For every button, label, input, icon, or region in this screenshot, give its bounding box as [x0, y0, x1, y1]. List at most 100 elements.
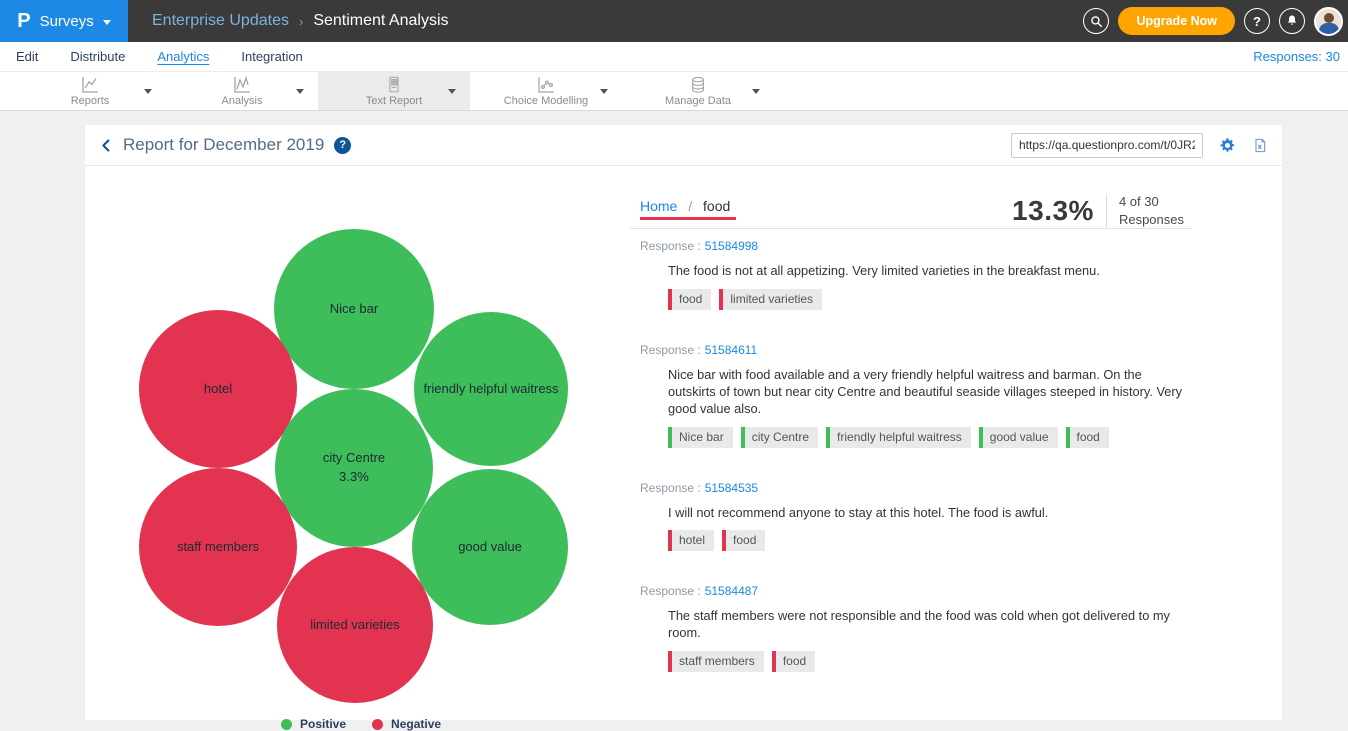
- responses-list: Response : 51584998 The food is not at all…: [630, 237, 1192, 703]
- bubble-staff-members[interactable]: staff members: [139, 468, 297, 626]
- panel-breadcrumb-separator: /: [688, 198, 692, 214]
- toolbar-item-label: Text Report: [366, 95, 422, 107]
- share-url-input[interactable]: [1011, 133, 1203, 158]
- chevron-down-icon[interactable]: [296, 89, 304, 94]
- settings-button[interactable]: [1219, 137, 1236, 154]
- toolbar-item-choice-modelling[interactable]: Choice Modelling: [470, 72, 622, 110]
- sentiment-bubble-chart: PositiveNegative Nice barhotelfriendly h…: [85, 166, 640, 720]
- responses-count-block: 4 of 30 Responses: [1119, 193, 1190, 229]
- legend-label: Positive: [300, 717, 346, 731]
- toolbar-item-analysis[interactable]: Analysis: [166, 72, 318, 110]
- response-id-link[interactable]: 51584611: [705, 343, 758, 357]
- product-name: Surveys: [40, 13, 94, 30]
- chevron-down-icon[interactable]: [752, 89, 760, 94]
- chevron-down-icon[interactable]: [448, 89, 456, 94]
- bubble-label: staff members: [177, 538, 259, 557]
- breadcrumb-parent[interactable]: Enterprise Updates: [152, 12, 289, 30]
- bubble-limited-varieties[interactable]: limited varieties: [277, 547, 433, 703]
- survey-menu: EditDistributeAnalyticsIntegration Respo…: [0, 42, 1348, 72]
- responses-count-label: Responses: [1119, 212, 1184, 227]
- bubble-nice-bar[interactable]: Nice bar: [274, 229, 434, 389]
- responses-count[interactable]: Responses: 30: [1253, 49, 1348, 64]
- upgrade-now-button[interactable]: Upgrade Now: [1118, 7, 1235, 35]
- tag-friendly-helpful-waitress: friendly helpful waitress: [826, 427, 971, 448]
- toolbar-item-text-report[interactable]: Text Report: [318, 72, 470, 110]
- bubble-good-value[interactable]: good value: [412, 469, 568, 625]
- toolbar-item-label: Reports: [71, 95, 110, 107]
- questionpro-logo-icon: P: [17, 10, 30, 33]
- top-bar: P Surveys Enterprise Updates › Sentiment…: [0, 0, 1348, 42]
- help-button[interactable]: ?: [1244, 8, 1270, 34]
- analysis-chart-icon: [232, 76, 252, 94]
- response-label: Response :: [640, 239, 701, 253]
- legend-item-negative[interactable]: Negative: [372, 717, 441, 731]
- nav-tabs: EditDistributeAnalyticsIntegration: [0, 49, 319, 64]
- nav-tab-distribute[interactable]: Distribute: [54, 49, 141, 64]
- toolbar-item-label: Choice Modelling: [504, 95, 588, 107]
- bubble-friendly-helpful-waitress[interactable]: friendly helpful waitress: [414, 312, 568, 466]
- tag-city-centre: city Centre: [741, 427, 818, 448]
- response-label: Response :: [640, 481, 701, 495]
- response-item: Response : 51584998 The food is not at all…: [640, 237, 1192, 310]
- topbar-actions: Upgrade Now ?: [1083, 7, 1348, 36]
- tag-good-value: good value: [979, 427, 1058, 448]
- response-id-link[interactable]: 51584998: [705, 239, 758, 253]
- response-id-link[interactable]: 51584535: [705, 481, 758, 495]
- tag-limited-varieties: limited varieties: [719, 289, 822, 310]
- export-excel-button[interactable]: [1252, 137, 1268, 154]
- product-switcher[interactable]: P Surveys: [0, 0, 128, 42]
- response-tags: hotel food: [668, 530, 1192, 551]
- search-icon: [1090, 15, 1103, 28]
- toolbar-item-reports[interactable]: Reports: [14, 72, 166, 110]
- bubble-label: city Centre: [323, 449, 385, 468]
- response-label: Response :: [640, 343, 701, 357]
- bell-icon: [1285, 14, 1299, 28]
- nav-tab-integration[interactable]: Integration: [225, 49, 318, 64]
- reports-chart-icon: [80, 76, 100, 94]
- bubble-label: good value: [458, 538, 522, 557]
- tag-food: food: [722, 530, 765, 551]
- panel-breadcrumb: Home / food: [640, 193, 730, 214]
- bubble-label: hotel: [204, 380, 232, 399]
- tag-nice-bar: Nice bar: [668, 427, 733, 448]
- nav-tab-analytics[interactable]: Analytics: [141, 49, 225, 64]
- response-text: The food is not at all appetizing. Very …: [668, 263, 1192, 280]
- active-topic-underline: [640, 217, 736, 220]
- panel-breadcrumb-home[interactable]: Home: [640, 198, 677, 214]
- avatar-head: [1324, 13, 1334, 23]
- chevron-down-icon[interactable]: [144, 89, 152, 94]
- chart-legend: Positive Negative: [281, 717, 441, 731]
- report-help-button[interactable]: ?: [334, 137, 351, 154]
- back-button[interactable]: [99, 138, 114, 153]
- breadcrumb-current: Sentiment Analysis: [313, 12, 448, 30]
- tag-hotel: hotel: [668, 530, 714, 551]
- question-mark-icon: ?: [1253, 14, 1261, 29]
- toolbar-item-manage-data[interactable]: Manage Data: [622, 72, 774, 110]
- tag-food: food: [668, 289, 711, 310]
- notifications-button[interactable]: [1279, 8, 1305, 34]
- response-tags: food limited varieties: [668, 289, 1192, 310]
- response-text: The staff members were not responsible a…: [668, 608, 1192, 642]
- question-mark-icon: ?: [339, 139, 346, 151]
- choice-modelling-icon: [536, 76, 556, 94]
- search-button[interactable]: [1083, 8, 1109, 34]
- report-card: Report for December 2019 ? PositiveNegat…: [85, 125, 1282, 720]
- topic-percent: 13.3%: [1012, 195, 1094, 227]
- gear-icon: [1219, 137, 1236, 154]
- bubble-hotel[interactable]: hotel: [139, 310, 297, 468]
- tag-food: food: [772, 651, 815, 672]
- legend-item-positive[interactable]: Positive: [281, 717, 346, 731]
- responses-panel-header: Home / food 13.3% 4 of 30 Responses: [630, 185, 1192, 229]
- tag-food: food: [1066, 427, 1109, 448]
- nav-tab-edit[interactable]: Edit: [0, 49, 54, 64]
- legend-dot-positive: [281, 719, 292, 730]
- chevron-down-icon: [103, 20, 111, 25]
- bubble-label: limited varieties: [310, 616, 400, 635]
- chevron-down-icon[interactable]: [600, 89, 608, 94]
- bubble-city-centre[interactable]: city Centre3.3%: [275, 389, 433, 547]
- export-document-icon: [1252, 137, 1268, 154]
- response-id-link[interactable]: 51584487: [705, 584, 758, 598]
- response-heading: Response : 51584611: [640, 341, 1192, 359]
- toolbar-item-label: Manage Data: [665, 95, 731, 107]
- user-avatar[interactable]: [1314, 7, 1343, 36]
